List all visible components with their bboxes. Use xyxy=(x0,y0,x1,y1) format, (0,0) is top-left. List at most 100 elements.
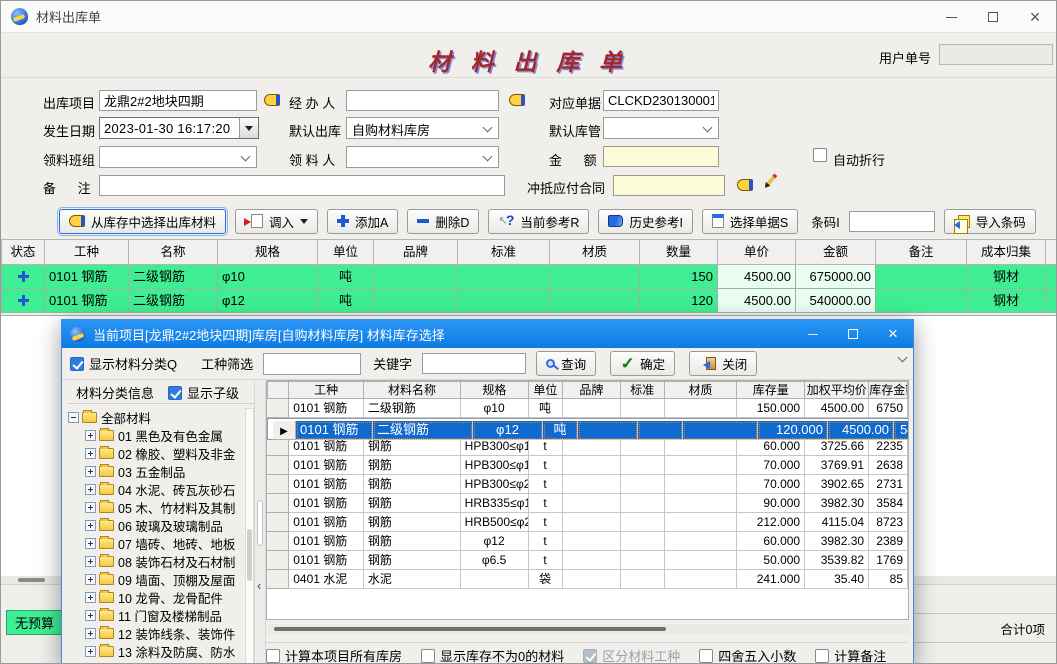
table-cell[interactable]: 212.000 xyxy=(737,513,805,532)
scrollbar-thumb[interactable] xyxy=(274,627,666,631)
table-cell[interactable] xyxy=(665,494,738,513)
table-cell[interactable]: φ12 xyxy=(473,421,543,440)
table-row[interactable]: 0101 钢筋钢筋φ6.5t50.0003539.821769 xyxy=(267,551,908,570)
dialog-close-button[interactable] xyxy=(873,320,913,348)
select-from-stock-button[interactable]: 从库存中选择出库材料 xyxy=(59,209,226,234)
column-header[interactable]: 单位 xyxy=(318,239,374,265)
table-cell[interactable]: HPB300≤φ1 xyxy=(461,456,529,475)
table-cell[interactable]: 0101 钢筋 xyxy=(289,399,364,418)
team-select[interactable] xyxy=(99,146,257,168)
table-cell[interactable]: 85 xyxy=(869,570,908,589)
table-cell[interactable] xyxy=(1,265,45,289)
table-cell[interactable]: 袋 xyxy=(529,570,563,589)
table-cell[interactable]: 90.000 xyxy=(737,494,805,513)
show-nonzero-checkbox[interactable] xyxy=(421,649,435,663)
table-cell[interactable]: 钢筋 xyxy=(364,532,461,551)
scrollbar-thumb[interactable] xyxy=(18,578,45,582)
table-cell[interactable]: 0101 钢筋 xyxy=(289,494,364,513)
table-cell[interactable] xyxy=(267,399,289,418)
tree-item[interactable]: 01 黑色及有色金属 xyxy=(68,426,244,444)
table-cell[interactable]: 0101 钢筋 xyxy=(289,475,364,494)
table-cell[interactable] xyxy=(621,399,665,418)
autowrap-checkbox[interactable] xyxy=(813,148,827,162)
table-cell[interactable]: 8723 xyxy=(869,513,908,532)
tree-item[interactable]: 10 龙骨、龙骨配件 xyxy=(68,588,244,606)
column-header[interactable]: 材质 xyxy=(665,381,738,399)
calc-all-stores-checkbox[interactable] xyxy=(266,649,280,663)
table-row[interactable]: 0401 水泥水泥袋241.00035.4085 xyxy=(267,570,908,589)
table-cell[interactable] xyxy=(374,265,458,289)
tree-item[interactable]: 04 水泥、砖瓦灰砂石 xyxy=(68,480,244,498)
table-cell[interactable]: 2638 xyxy=(869,456,908,475)
table-cell[interactable] xyxy=(621,494,665,513)
table-cell[interactable] xyxy=(563,570,621,589)
table-cell[interactable]: t xyxy=(529,494,563,513)
column-header[interactable]: 状态 xyxy=(1,239,45,265)
column-header[interactable]: 工种 xyxy=(289,381,364,399)
date-combobox[interactable]: 2023-01-30 16:17:20 xyxy=(99,117,259,139)
pick-operator-hand-icon[interactable] xyxy=(509,94,525,106)
column-header[interactable]: 名称 xyxy=(129,239,218,265)
table-cell[interactable] xyxy=(267,551,289,570)
table-cell[interactable]: 675000.00 xyxy=(796,265,876,289)
expand-icon[interactable] xyxy=(85,628,96,639)
table-cell[interactable] xyxy=(665,551,738,570)
table-cell[interactable]: 6750 xyxy=(869,399,908,418)
expand-icon[interactable] xyxy=(85,592,96,603)
column-header[interactable]: 金额 xyxy=(796,239,876,265)
table-cell[interactable]: 吨 xyxy=(318,289,374,313)
table-cell[interactable] xyxy=(563,532,621,551)
operator-input[interactable] xyxy=(346,90,499,111)
table-cell[interactable]: 150 xyxy=(640,265,718,289)
column-header[interactable]: 材料名称 xyxy=(364,381,461,399)
table-cell[interactable]: 二级钢筋 xyxy=(373,421,473,440)
table-cell[interactable]: 3539.82 xyxy=(805,551,869,570)
table-cell[interactable] xyxy=(621,551,665,570)
table-cell[interactable]: 0101 钢筋 xyxy=(289,513,364,532)
dialog-minimize-button[interactable] xyxy=(793,320,833,348)
table-cell[interactable]: 0101 钢筋 xyxy=(45,289,129,313)
table-cell[interactable]: 吨 xyxy=(529,399,563,418)
table-row[interactable]: 0101 钢筋二级钢筋φ12吨120.0004500.005400 xyxy=(267,418,909,440)
table-cell[interactable] xyxy=(563,475,621,494)
pick-contract-hand-icon[interactable] xyxy=(737,179,753,191)
column-header[interactable]: 标准 xyxy=(458,239,550,265)
pick-project-hand-icon[interactable] xyxy=(264,94,280,106)
table-cell[interactable] xyxy=(876,289,967,313)
table-cell[interactable] xyxy=(1046,265,1057,289)
date-dropdown-icon[interactable] xyxy=(239,118,258,138)
table-cell[interactable] xyxy=(665,532,738,551)
tree-item[interactable]: 09 墙面、顶棚及屋面 xyxy=(68,570,244,588)
table-cell[interactable] xyxy=(638,421,683,440)
close-button[interactable] xyxy=(1014,1,1056,33)
out-project-input[interactable] xyxy=(99,90,257,111)
table-cell[interactable] xyxy=(563,513,621,532)
column-header[interactable]: 库存金额 xyxy=(869,381,908,399)
table-cell[interactable]: t xyxy=(529,513,563,532)
column-header[interactable]: 加权平均价 xyxy=(805,381,869,399)
table-cell[interactable]: HRB335≤φ1 xyxy=(461,494,529,513)
table-cell[interactable]: 70.000 xyxy=(737,456,805,475)
table-cell[interactable] xyxy=(563,551,621,570)
pane-splitter[interactable] xyxy=(254,382,266,664)
table-cell[interactable]: 二级钢筋 xyxy=(129,289,218,313)
table-cell[interactable] xyxy=(683,421,758,440)
contract-input[interactable] xyxy=(613,175,725,196)
table-cell[interactable]: HRB500≤φ2 xyxy=(461,513,529,532)
column-header[interactable] xyxy=(1046,239,1057,265)
user-no-input[interactable] xyxy=(939,44,1053,65)
column-header[interactable]: 库存量 xyxy=(737,381,805,399)
tree-item[interactable]: 03 五金制品 xyxy=(68,462,244,480)
table-cell[interactable] xyxy=(1,289,45,313)
table-row[interactable]: 0101 钢筋二级钢筋φ10吨150.0004500.006750 xyxy=(267,399,908,418)
default-store-select[interactable]: 自购材料库房 xyxy=(346,117,499,139)
collapse-icon[interactable] xyxy=(68,412,79,423)
current-ref-button[interactable]: 当前参考R xyxy=(488,209,589,234)
table-cell[interactable]: 60.000 xyxy=(737,532,805,551)
table-cell[interactable] xyxy=(458,265,550,289)
table-cell[interactable] xyxy=(1046,289,1057,313)
table-cell[interactable]: 3982.30 xyxy=(805,494,869,513)
column-header[interactable]: 标准 xyxy=(621,381,665,399)
table-cell[interactable] xyxy=(563,494,621,513)
column-header[interactable]: 单价 xyxy=(718,239,796,265)
